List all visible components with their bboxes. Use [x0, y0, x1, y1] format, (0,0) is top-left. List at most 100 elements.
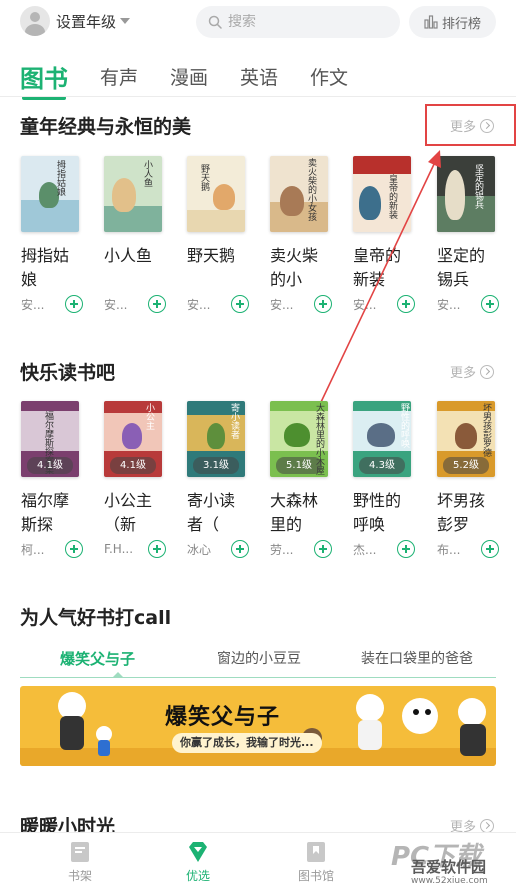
reading-level-badge: 4.3级: [359, 457, 405, 474]
cover-title: 野天鹅: [199, 164, 209, 191]
tab-books[interactable]: 图书: [20, 56, 68, 100]
book-title[interactable]: 卖火柴的小: [270, 244, 318, 292]
book-title[interactable]: 小人鱼: [104, 244, 152, 292]
book-cover[interactable]: 皇帝的新装: [353, 156, 411, 232]
nav-bookshelf[interactable]: 书架: [50, 841, 110, 884]
book-cover[interactable]: 寄小读者 3.1级: [187, 401, 245, 477]
book-card[interactable]: 野天鹅 野天鹅 安...: [187, 156, 257, 315]
book-card[interactable]: 小人鱼 小人鱼 安...: [104, 156, 174, 315]
reading-level-badge: 4.1级: [110, 457, 156, 474]
add-to-shelf-icon[interactable]: [65, 295, 83, 313]
book-author: 杰...: [353, 542, 377, 557]
book-card[interactable]: 坏男孩彭罗德 5.2级 坏男孩彭罗 布...: [437, 401, 507, 560]
book-cover[interactable]: 小公主 4.1级: [104, 401, 162, 477]
section-title-classics: 童年经典与永恒的美: [20, 116, 192, 138]
book-cover[interactable]: 福尔摩斯探案集 4.1级: [21, 401, 79, 477]
book-title[interactable]: 坚定的锡兵: [437, 244, 485, 292]
book-cover[interactable]: 大森林里的小木屋 5.1级: [270, 401, 328, 477]
subtab-totto-chan[interactable]: 窗边的小豆豆: [217, 648, 301, 668]
book-author: 安...: [104, 297, 128, 312]
diamond-icon: [189, 842, 207, 862]
book-card[interactable]: 野性的呼唤 4.3级 野性的呼唤 杰...: [353, 401, 423, 560]
book-title[interactable]: 坏男孩彭罗: [437, 489, 485, 537]
book-title[interactable]: 大森林里的: [270, 489, 318, 537]
book-card[interactable]: 小公主 4.1级 小公主（新 F.H...: [104, 401, 174, 560]
search-input[interactable]: [228, 14, 378, 30]
book-cover[interactable]: 坏男孩彭罗德 5.2级: [437, 401, 495, 477]
book-author: F.H...: [104, 542, 134, 556]
cover-title: 拇指姑娘: [55, 160, 65, 196]
subtab-pocket-dad[interactable]: 装在口袋里的爸爸: [361, 648, 473, 668]
add-to-shelf-icon[interactable]: [481, 540, 499, 558]
subtab-pointer: [112, 672, 124, 678]
book-author: 冰心: [187, 542, 212, 557]
book-author: 柯...: [21, 542, 45, 557]
nav-library[interactable]: 图书馆: [286, 841, 346, 884]
add-to-shelf-icon[interactable]: [148, 295, 166, 313]
book-author: 安...: [21, 297, 45, 312]
book-author: 布...: [437, 542, 461, 557]
book-cover[interactable]: 野天鹅: [187, 156, 245, 232]
book-title[interactable]: 拇指姑娘: [21, 244, 69, 292]
nav-featured[interactable]: 优选: [168, 841, 228, 884]
book-title[interactable]: 皇帝的新装: [353, 244, 401, 292]
book-card[interactable]: 大森林里的小木屋 5.1级 大森林里的 劳...: [270, 401, 340, 560]
add-to-shelf-icon[interactable]: [397, 540, 415, 558]
book-card[interactable]: 寄小读者 3.1级 寄小读者（ 冰心: [187, 401, 257, 560]
add-to-shelf-icon[interactable]: [314, 540, 332, 558]
book-cover[interactable]: 卖火柴的小女孩: [270, 156, 328, 232]
add-to-shelf-icon[interactable]: [481, 295, 499, 313]
add-to-shelf-icon[interactable]: [231, 540, 249, 558]
tab-audio[interactable]: 有声: [100, 56, 138, 96]
book-title[interactable]: 野性的呼唤: [353, 489, 401, 537]
tab-english[interactable]: 英语: [240, 56, 278, 96]
more-label: 更多: [449, 366, 476, 381]
book-card[interactable]: 坚定的锡兵 坚定的锡兵 安...: [437, 156, 507, 315]
book-title[interactable]: 寄小读者（: [187, 489, 235, 537]
library-icon: [307, 842, 325, 862]
bar-chart-icon: [424, 15, 438, 29]
book-card[interactable]: 皇帝的新装 皇帝的新装 安...: [353, 156, 423, 315]
subtab-father-and-son[interactable]: 爆笑父与子: [60, 648, 135, 669]
grade-selector[interactable]: 设置年级: [20, 6, 131, 36]
call-subtabs: 爆笑父与子 窗边的小豆豆 装在口袋里的爸爸: [20, 642, 496, 678]
add-to-shelf-icon[interactable]: [397, 295, 415, 313]
avatar[interactable]: [20, 6, 50, 36]
ranking-label: 排行榜: [441, 16, 481, 32]
book-cover[interactable]: 野性的呼唤 4.3级: [353, 401, 411, 477]
banner-subtitle: 你赢了成长，我输了时光...: [172, 733, 322, 753]
promo-banner[interactable]: 爆笑父与子 你赢了成长，我输了时光...: [20, 686, 496, 766]
book-author: 安...: [270, 297, 294, 312]
add-to-shelf-icon[interactable]: [65, 540, 83, 558]
nav-label: 图书馆: [297, 869, 334, 883]
add-to-shelf-icon[interactable]: [314, 295, 332, 313]
section-title-happy-reading: 快乐读书吧: [20, 362, 116, 384]
book-title[interactable]: 小公主（新: [104, 489, 152, 537]
book-title[interactable]: 野天鹅: [187, 244, 235, 292]
book-card[interactable]: 福尔摩斯探案集 4.1级 福尔摩斯探 柯...: [21, 401, 91, 560]
watermark-url: www.52xiue.com: [411, 876, 488, 886]
nav-label: 书架: [67, 869, 92, 883]
book-title[interactable]: 福尔摩斯探: [21, 489, 69, 537]
chevron-right-icon: [480, 364, 494, 379]
book-author: 安...: [187, 297, 211, 312]
nav-label: 优选: [185, 869, 210, 883]
book-cover[interactable]: 小人鱼: [104, 156, 162, 232]
top-bar: 设置年级 排行榜: [0, 0, 516, 44]
grade-label: 设置年级: [56, 12, 117, 31]
book-card[interactable]: 拇指姑娘 拇指姑娘 安...: [21, 156, 91, 315]
cover-title: 卖火柴的小女孩: [306, 158, 316, 221]
book-card[interactable]: 卖火柴的小女孩 卖火柴的小 安...: [270, 156, 340, 315]
ranking-button[interactable]: 排行榜: [409, 6, 496, 38]
search-box[interactable]: [196, 6, 400, 38]
category-tabs: 图书 有声 漫画 英语 作文: [20, 50, 380, 100]
watermark: PC下载 吾爱软件园 www.52xiue.com: [385, 834, 515, 890]
book-cover[interactable]: 坚定的锡兵: [437, 156, 495, 232]
add-to-shelf-icon[interactable]: [148, 540, 166, 558]
add-to-shelf-icon[interactable]: [231, 295, 249, 313]
annotation-highlight-box: [425, 104, 516, 146]
tab-composition[interactable]: 作文: [310, 56, 348, 96]
more-button-happy-reading[interactable]: 更多: [450, 362, 494, 381]
book-cover[interactable]: 拇指姑娘: [21, 156, 79, 232]
tab-comics[interactable]: 漫画: [170, 56, 208, 96]
